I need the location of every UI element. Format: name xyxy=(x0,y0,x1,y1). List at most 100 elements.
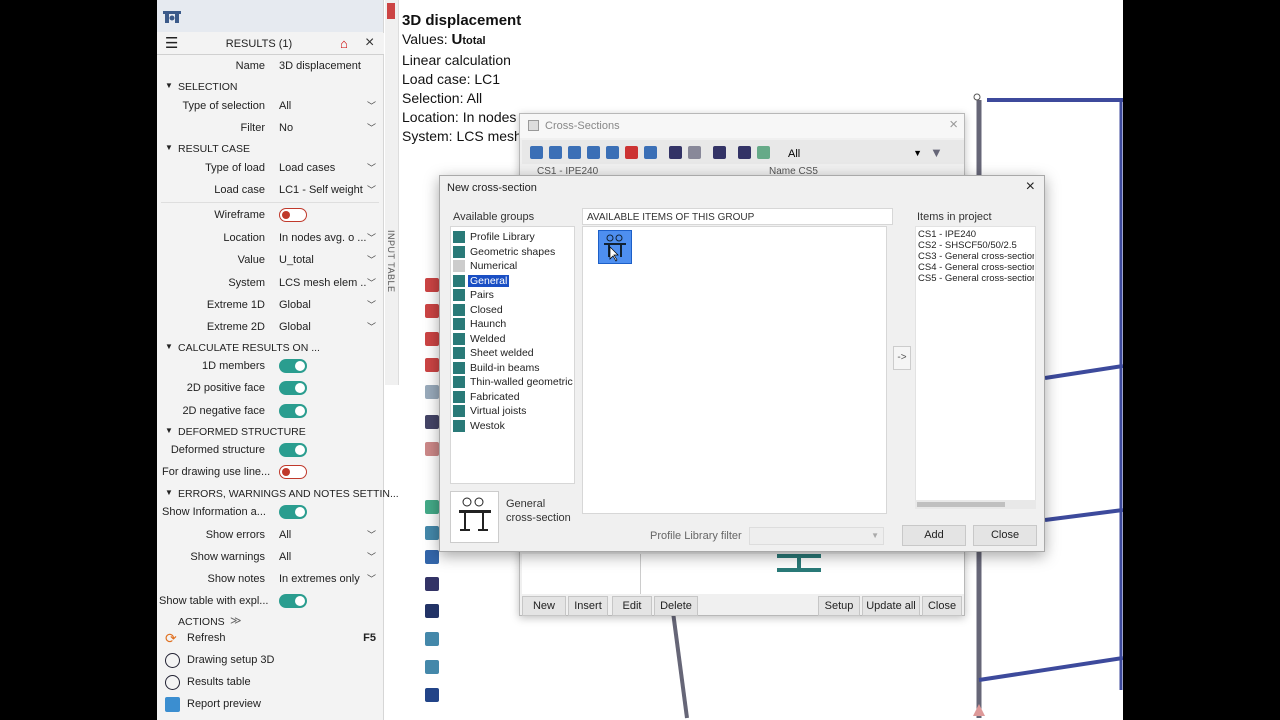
tool-icon-8[interactable] xyxy=(425,500,439,514)
show-information-toggle[interactable] xyxy=(279,505,307,519)
show-errors-row[interactable]: Show errors All ﹀ xyxy=(157,524,384,546)
tool-icon-2[interactable] xyxy=(425,304,439,318)
project-item-cs5[interactable]: CS5 - General cross-section xyxy=(918,273,1034,284)
location-row[interactable]: Location In nodes avg. o ... ﹀ xyxy=(157,227,384,249)
paste-icon[interactable] xyxy=(606,146,619,159)
general-cross-section-item[interactable] xyxy=(598,230,632,264)
extreme-2d-row[interactable]: Extreme 2D Global ﹀ xyxy=(157,316,384,338)
chevron-down-icon: ﹀ xyxy=(367,300,377,310)
tool-icon-13[interactable] xyxy=(425,632,439,646)
profile-library-filter-select[interactable]: ▼ xyxy=(749,527,884,545)
report-preview-action[interactable]: Report preview xyxy=(165,695,380,715)
close-icon[interactable]: × xyxy=(365,34,374,52)
tool-icon-5[interactable] xyxy=(425,385,439,399)
wireframe-toggle[interactable] xyxy=(279,208,307,222)
tool-icon-14[interactable] xyxy=(425,660,439,674)
new-icon[interactable] xyxy=(530,146,543,159)
add-to-project-arrow-button[interactable]: -> xyxy=(893,346,911,370)
setup-button[interactable]: Setup xyxy=(818,596,860,616)
deformed-structure-toggle[interactable] xyxy=(279,443,307,457)
copy-icon[interactable] xyxy=(587,146,600,159)
group-build-in-beams[interactable]: Build-in beams xyxy=(453,361,571,375)
export-icon[interactable] xyxy=(757,146,770,159)
project-item-cs3[interactable]: CS3 - General cross-section xyxy=(918,251,1034,262)
load-case-row[interactable]: Load case LC1 - Self weight ﹀ xyxy=(157,179,384,201)
project-item-cs4[interactable]: CS4 - General cross-section xyxy=(918,262,1034,273)
insert-button[interactable]: Insert xyxy=(568,596,608,616)
show-warnings-row[interactable]: Show warnings All ﹀ xyxy=(157,546,384,568)
close-icon[interactable]: × xyxy=(949,116,958,133)
tool-icon-9[interactable] xyxy=(425,526,439,540)
section-selection[interactable]: ▼ SELECTION xyxy=(157,78,384,96)
tool-icon-4[interactable] xyxy=(425,358,439,372)
group-haunch[interactable]: Haunch xyxy=(453,317,571,331)
chevron-down-icon: ﹀ xyxy=(367,255,377,265)
group-welded[interactable]: Welded xyxy=(453,332,571,346)
horizontal-scrollbar[interactable] xyxy=(915,500,1036,509)
add-button[interactable]: Add xyxy=(902,525,966,546)
group-virtual-joists[interactable]: Virtual joists xyxy=(453,404,571,418)
system-row[interactable]: System LCS mesh elem ... ﹀ xyxy=(157,272,384,294)
table-icon[interactable] xyxy=(713,146,726,159)
tool-icon-7[interactable] xyxy=(425,442,439,456)
group-numerical[interactable]: Numerical xyxy=(453,259,571,273)
funnel-icon[interactable]: ▼ xyxy=(930,145,943,160)
group-pairs[interactable]: Pairs xyxy=(453,288,571,302)
tool-icon-10[interactable] xyxy=(425,550,439,564)
group-profile-library[interactable]: Profile Library xyxy=(453,230,571,244)
profile-library-filter-label: Profile Library filter xyxy=(650,530,742,542)
close-icon[interactable]: × xyxy=(1026,178,1035,196)
group-closed[interactable]: Closed xyxy=(453,303,571,317)
positive-face-toggle[interactable] xyxy=(279,381,307,395)
filter-select[interactable]: All ▼ xyxy=(784,146,926,162)
group-sheet-welded[interactable]: Sheet welded xyxy=(453,346,571,360)
show-notes-row[interactable]: Show notes In extremes only ﹀ xyxy=(157,568,384,590)
members-1d-toggle[interactable] xyxy=(279,359,307,373)
undo-icon[interactable] xyxy=(669,146,682,159)
tool-icon-6[interactable] xyxy=(425,415,439,429)
results-table-action[interactable]: Results table xyxy=(165,673,380,693)
drawing-setup-action[interactable]: Drawing setup 3D xyxy=(165,651,380,671)
show-table-toggle[interactable] xyxy=(279,594,307,608)
delete-button[interactable]: Delete xyxy=(654,596,698,616)
section-result-case[interactable]: ▼ RESULT CASE xyxy=(157,140,384,158)
group-general[interactable]: General xyxy=(453,274,571,288)
tool-icon-3[interactable] xyxy=(425,332,439,346)
extreme-1d-row[interactable]: Extreme 1D Global ﹀ xyxy=(157,294,384,316)
value-row[interactable]: Value U_total ﹀ xyxy=(157,249,384,271)
new-button[interactable]: New xyxy=(522,596,566,616)
group-geometric-shapes[interactable]: Geometric shapes xyxy=(453,245,571,259)
open-icon[interactable] xyxy=(738,146,751,159)
delete-icon[interactable] xyxy=(625,146,638,159)
close-button[interactable]: Close xyxy=(922,596,962,616)
tool-icon-1[interactable] xyxy=(425,278,439,292)
project-item-cs2[interactable]: CS2 - SHSCF50/50/2.5 xyxy=(918,240,1034,251)
update-all-button[interactable]: Update all xyxy=(862,596,920,616)
type-of-load-row[interactable]: Type of load Load cases ﹀ xyxy=(157,157,384,179)
info-title: 3D displacement xyxy=(402,12,522,29)
redo-icon[interactable] xyxy=(688,146,701,159)
drawing-line-toggle[interactable] xyxy=(279,465,307,479)
name-field[interactable]: 3D displacement xyxy=(279,60,367,72)
edit-button[interactable]: Edit xyxy=(612,596,652,616)
duplicate-icon[interactable] xyxy=(644,146,657,159)
close-button[interactable]: Close xyxy=(973,525,1037,546)
chevron-down-icon: ﹀ xyxy=(367,322,377,332)
tool-icon-11[interactable] xyxy=(425,577,439,591)
type-of-selection-row[interactable]: Type of selection All ﹀ xyxy=(157,95,384,117)
tool-icon-12[interactable] xyxy=(425,604,439,618)
home-icon[interactable]: ⌂ xyxy=(340,36,348,51)
group-westok[interactable]: Westok xyxy=(453,419,571,433)
input-table-strip[interactable]: INPUT TABLE xyxy=(385,0,399,385)
edit-icon[interactable] xyxy=(568,146,581,159)
scrollbar-thumb[interactable] xyxy=(917,502,1005,507)
tool-icon-15[interactable] xyxy=(425,688,439,702)
expand-chevrons-icon: ≫ xyxy=(230,615,242,627)
group-thin-walled[interactable]: Thin-walled geometric xyxy=(453,375,573,389)
project-item-cs1[interactable]: CS1 - IPE240 xyxy=(918,229,1034,240)
filter-row[interactable]: Filter No ﹀ xyxy=(157,117,384,139)
insert-icon[interactable] xyxy=(549,146,562,159)
refresh-action[interactable]: ⟳ Refresh F5 xyxy=(165,629,380,649)
group-fabricated[interactable]: Fabricated xyxy=(453,390,571,404)
negative-face-toggle[interactable] xyxy=(279,404,307,418)
